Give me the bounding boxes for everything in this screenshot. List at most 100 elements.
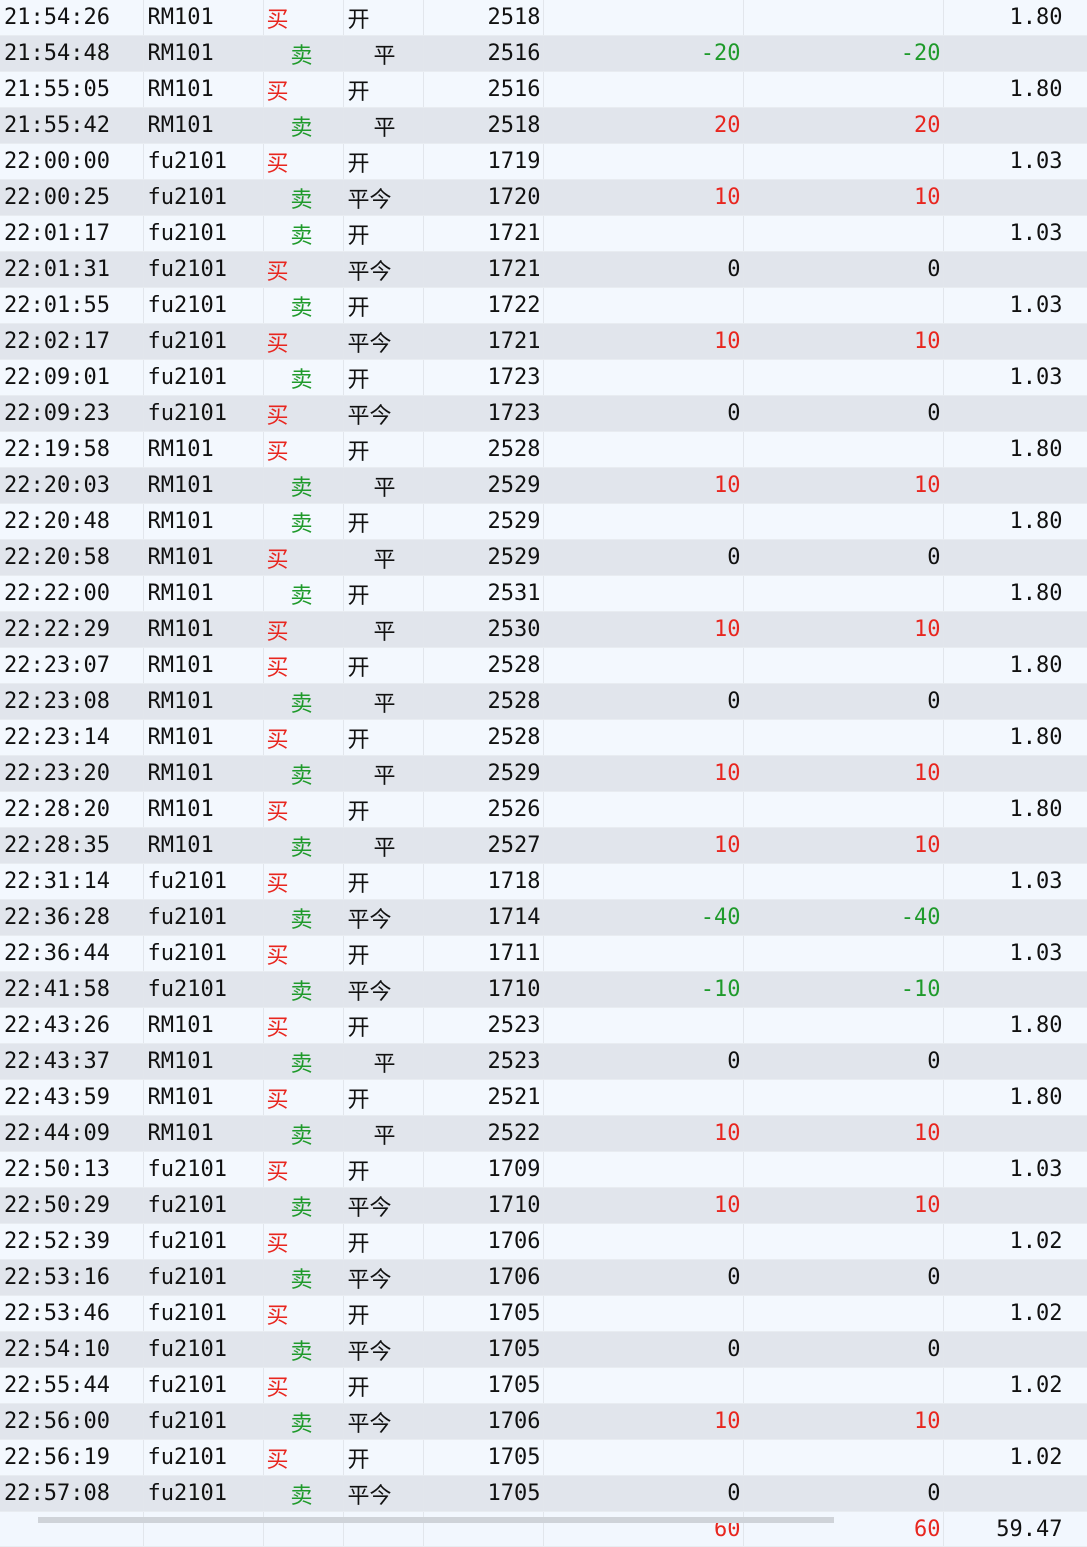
symbol-cell: RM101	[143, 647, 264, 684]
pnl-cell	[543, 431, 744, 468]
pnl-cell	[543, 1151, 744, 1188]
pnl2-cell	[743, 359, 944, 396]
offset-cell: 平今	[343, 1403, 424, 1440]
pnl-cell	[543, 647, 744, 684]
symbol-cell: fu2101	[143, 1259, 264, 1296]
pnl2-cell	[743, 575, 944, 612]
table-row[interactable]: 22:01:55 fu2101 卖开 1722 1.03	[0, 287, 1087, 324]
table-row[interactable]: 21:54:48 RM101 卖平 2516 -20 -20	[0, 35, 1087, 72]
pnl-cell: -10	[543, 971, 744, 1008]
pnl2-cell: 0	[743, 1259, 944, 1296]
table-row[interactable]: 22:56:00 fu2101 卖平今 1706 10 10	[0, 1403, 1087, 1440]
table-row[interactable]: 22:02:17 fu2101 买平今 1721 10 10	[0, 323, 1087, 360]
pnl-cell	[543, 1007, 744, 1044]
pnl2-cell	[743, 215, 944, 252]
horizontal-scrollbar[interactable]	[38, 1517, 834, 1523]
price-cell: 1705	[423, 1295, 544, 1332]
direction-cell: 卖	[263, 575, 344, 612]
pnl2-cell	[743, 719, 944, 756]
direction-cell: 买	[263, 0, 344, 36]
pnl2-cell: 0	[743, 683, 944, 720]
table-row[interactable]: 22:00:00 fu2101 买开 1719 1.03	[0, 143, 1087, 180]
direction-cell: 买	[263, 1079, 344, 1116]
pnl2-cell	[743, 647, 944, 684]
table-row[interactable]: 22:09:23 fu2101 买平今 1723 0 0	[0, 395, 1087, 432]
table-row[interactable]: 22:22:29 RM101 买平 2530 10 10	[0, 611, 1087, 648]
price-cell: 2527	[423, 827, 544, 864]
table-row[interactable]: 22:57:08 fu2101 卖平今 1705 0 0	[0, 1475, 1087, 1512]
time-cell: 22:28:35	[0, 827, 144, 864]
table-row[interactable]: 22:28:35 RM101 卖平 2527 10 10	[0, 827, 1087, 864]
table-row[interactable]: 21:54:26 RM101 买开 2518 1.80	[0, 0, 1087, 36]
pnl-cell	[543, 71, 744, 108]
table-row[interactable]: 21:55:42 RM101 卖平 2518 20 20	[0, 107, 1087, 144]
symbol-cell: fu2101	[143, 935, 264, 972]
offset-cell: 开	[343, 359, 424, 396]
table-row[interactable]: 22:01:31 fu2101 买平今 1721 0 0	[0, 251, 1087, 288]
direction-cell: 买	[263, 1151, 344, 1188]
fee-cell: 1.03	[943, 1151, 1087, 1188]
pnl2-cell	[743, 863, 944, 900]
symbol-cell: fu2101	[143, 1439, 264, 1476]
direction-cell: 卖	[263, 1187, 344, 1224]
offset-cell: 平今	[343, 1187, 424, 1224]
time-cell: 22:57:08	[0, 1475, 144, 1512]
table-row[interactable]: 22:52:39 fu2101 买开 1706 1.02	[0, 1223, 1087, 1260]
table-row[interactable]: 22:50:29 fu2101 卖平今 1710 10 10	[0, 1187, 1087, 1224]
direction-cell: 买	[263, 395, 344, 432]
price-cell: 2529	[423, 539, 544, 576]
time-cell: 22:01:17	[0, 215, 144, 252]
table-row[interactable]: 22:31:14 fu2101 买开 1718 1.03	[0, 863, 1087, 900]
time-cell: 22:09:23	[0, 395, 144, 432]
offset-cell: 开	[343, 1151, 424, 1188]
symbol-cell: fu2101	[143, 1403, 264, 1440]
table-row[interactable]: 22:23:07 RM101 买开 2528 1.80	[0, 647, 1087, 684]
price-cell: 1718	[423, 863, 544, 900]
table-row[interactable]: 22:01:17 fu2101 卖开 1721 1.03	[0, 215, 1087, 252]
table-row[interactable]: 22:50:13 fu2101 买开 1709 1.03	[0, 1151, 1087, 1188]
table-row[interactable]: 22:53:16 fu2101 卖平今 1706 0 0	[0, 1259, 1087, 1296]
table-row[interactable]: 22:23:14 RM101 买开 2528 1.80	[0, 719, 1087, 756]
table-row[interactable]: 22:20:58 RM101 买平 2529 0 0	[0, 539, 1087, 576]
pnl2-cell: 0	[743, 1043, 944, 1080]
table-row[interactable]: 22:43:37 RM101 卖平 2523 0 0	[0, 1043, 1087, 1080]
direction-cell: 卖	[263, 1043, 344, 1080]
table-row[interactable]: 22:20:03 RM101 卖平 2529 10 10	[0, 467, 1087, 504]
price-cell: 1705	[423, 1367, 544, 1404]
table-row[interactable]: 22:23:08 RM101 卖平 2528 0 0	[0, 683, 1087, 720]
time-cell: 22:36:44	[0, 935, 144, 972]
table-row[interactable]: 22:56:19 fu2101 买开 1705 1.02	[0, 1439, 1087, 1476]
price-cell: 2518	[423, 0, 544, 36]
table-row[interactable]: 22:43:59 RM101 买开 2521 1.80	[0, 1079, 1087, 1116]
table-row[interactable]: 22:55:44 fu2101 买开 1705 1.02	[0, 1367, 1087, 1404]
table-row[interactable]: 22:44:09 RM101 卖平 2522 10 10	[0, 1115, 1087, 1152]
pnl-cell: 10	[543, 611, 744, 648]
price-cell: 2521	[423, 1079, 544, 1116]
pnl-cell: 0	[543, 1331, 744, 1368]
table-row[interactable]: 22:53:46 fu2101 买开 1705 1.02	[0, 1295, 1087, 1332]
table-row[interactable]: 22:36:44 fu2101 买开 1711 1.03	[0, 935, 1087, 972]
fee-cell	[943, 1043, 1087, 1080]
table-row[interactable]: 22:28:20 RM101 买开 2526 1.80	[0, 791, 1087, 828]
fee-cell	[943, 1259, 1087, 1296]
time-cell: 22:19:58	[0, 431, 144, 468]
time-cell: 22:23:14	[0, 719, 144, 756]
table-row[interactable]: 22:22:00 RM101 卖开 2531 1.80	[0, 575, 1087, 612]
pnl-cell	[543, 503, 744, 540]
table-row[interactable]: 22:43:26 RM101 买开 2523 1.80	[0, 1007, 1087, 1044]
table-row[interactable]: 22:09:01 fu2101 卖开 1723 1.03	[0, 359, 1087, 396]
fee-cell: 1.80	[943, 647, 1087, 684]
pnl-cell	[543, 1295, 744, 1332]
direction-cell: 卖	[263, 35, 344, 72]
table-row[interactable]: 22:20:48 RM101 卖开 2529 1.80	[0, 503, 1087, 540]
table-row[interactable]: 22:36:28 fu2101 卖平今 1714 -40 -40	[0, 899, 1087, 936]
table-row[interactable]: 22:41:58 fu2101 卖平今 1710 -10 -10	[0, 971, 1087, 1008]
table-row[interactable]: 21:55:05 RM101 买开 2516 1.80	[0, 71, 1087, 108]
table-row[interactable]: 22:00:25 fu2101 卖平今 1720 10 10	[0, 179, 1087, 216]
table-row[interactable]: 22:23:20 RM101 卖平 2529 10 10	[0, 755, 1087, 792]
offset-cell: 平	[343, 1043, 424, 1080]
table-row[interactable]: 22:19:58 RM101 买开 2528 1.80	[0, 431, 1087, 468]
table-row[interactable]: 22:54:10 fu2101 卖平今 1705 0 0	[0, 1331, 1087, 1368]
pnl-cell: 0	[543, 1475, 744, 1512]
price-cell: 1705	[423, 1475, 544, 1512]
